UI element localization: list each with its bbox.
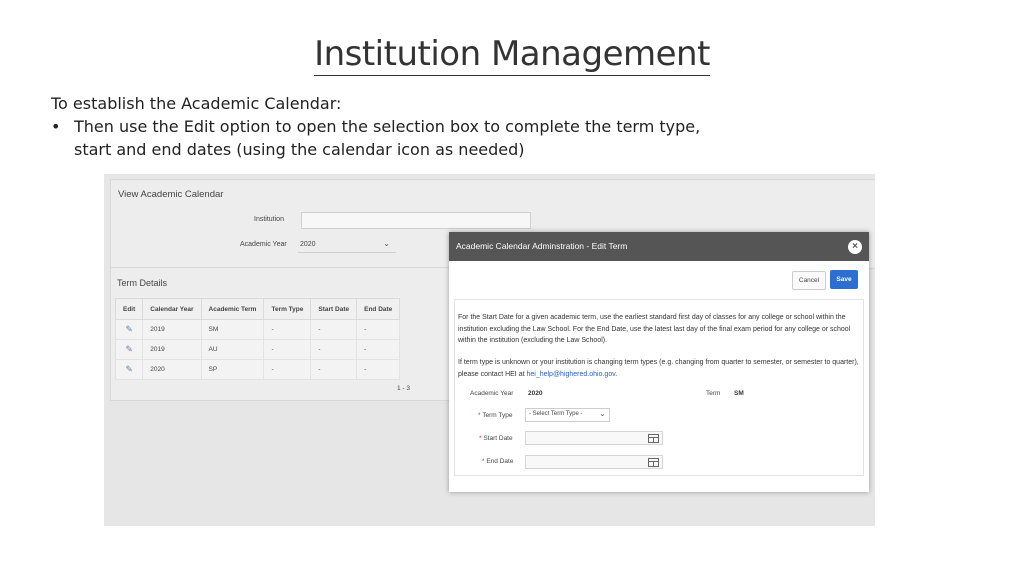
bullet-text: Then use the Edit option to open the sel… (74, 117, 701, 159)
info-paragraph-1: For the Start Date for a given academic … (458, 314, 851, 344)
pencil-edit-icon[interactable]: ✎ (114, 359, 144, 380)
start-date-cell: - (310, 339, 358, 360)
table-header-row: Edit Calendar Year Academic Term Term Ty… (114, 298, 401, 320)
chevron-down-icon: ⌄ (383, 239, 390, 248)
column-header: Academic Term (200, 298, 265, 320)
dialog-body: For the Start Date for a given academic … (454, 299, 864, 476)
calendar-year-cell: 2019 (142, 339, 202, 360)
calendar-icon[interactable] (648, 458, 659, 467)
info-paragraph-2-end: . (615, 370, 618, 378)
dialog-academic-year-value: 2020 (528, 390, 543, 397)
institution-input[interactable] (301, 212, 531, 229)
dialog-header: Academic Calendar Adminstration - Edit T… (449, 232, 869, 261)
column-header: Edit (114, 298, 144, 320)
academic-term-cell: SP (200, 359, 265, 380)
term-type-label: * Term Type (478, 412, 512, 419)
term-type-select[interactable]: - Select Term Type - ⌄ (525, 408, 610, 422)
close-icon[interactable]: × (848, 240, 862, 254)
chevron-down-icon: ⌄ (599, 409, 606, 418)
bullet-dot: • (51, 117, 61, 136)
term-type-cell: - (263, 359, 312, 380)
table-row: ✎ 2019 SM - - - (114, 319, 401, 340)
required-marker: * (478, 412, 481, 419)
term-details-table: Edit Calendar Year Academic Term Term Ty… (114, 298, 401, 380)
column-header: Term Type (263, 298, 312, 320)
table-row: ✎ 2019 AU - - - (114, 339, 401, 360)
calendar-year-cell: 2019 (142, 319, 202, 340)
app-screenshot: View Academic Calendar Institution Acade… (104, 174, 875, 526)
save-button[interactable]: Save (830, 270, 858, 289)
column-header: Start Date (310, 298, 358, 320)
table-row: ✎ 2020 SP - - - (114, 359, 401, 380)
start-date-input[interactable] (525, 431, 663, 445)
term-type-placeholder: - Select Term Type - (529, 411, 583, 417)
column-header: Calendar Year (142, 298, 202, 320)
info-paragraph-2-text: If term type is unknown or your institut… (458, 359, 859, 378)
panel-title: View Academic Calendar (118, 189, 224, 200)
academic-term-cell: SM (200, 319, 265, 340)
pagination-text: 1 - 3 (397, 385, 411, 392)
dialog-term-value: SM (734, 390, 744, 397)
pencil-edit-icon[interactable]: ✎ (114, 339, 144, 360)
calendar-year-cell: 2020 (142, 359, 202, 380)
institution-label: Institution (254, 216, 284, 223)
academic-year-value: 2020 (300, 241, 316, 248)
academic-term-cell: AU (200, 339, 265, 360)
info-paragraph-2: If term type is unknown or your institut… (458, 357, 860, 380)
term-type-cell: - (263, 319, 312, 340)
edit-term-dialog: Academic Calendar Adminstration - Edit T… (449, 232, 869, 492)
start-date-cell: - (310, 359, 358, 380)
dialog-title: Academic Calendar Adminstration - Edit T… (456, 241, 628, 251)
end-date-cell: - (356, 319, 401, 340)
term-type-cell: - (263, 339, 312, 360)
academic-year-select[interactable]: 2020 ⌄ (298, 238, 396, 253)
slide-title-text: Institution Management (314, 34, 710, 76)
start-date-label: * Start Date (479, 435, 513, 442)
end-date-cell: - (356, 339, 401, 360)
end-date-label-text: End Date (486, 458, 514, 465)
intro-text: To establish the Academic Calendar: (51, 94, 342, 113)
start-date-cell: - (310, 319, 358, 340)
end-date-cell: - (356, 359, 401, 380)
cancel-button[interactable]: Cancel (792, 271, 826, 290)
term-details-title: Term Details (117, 278, 168, 288)
end-date-label: * End Date (482, 458, 513, 465)
slide-title: Institution Management (0, 34, 1024, 76)
academic-year-label: Academic Year (240, 241, 287, 248)
required-marker: * (482, 458, 485, 465)
pencil-edit-icon[interactable]: ✎ (114, 319, 144, 340)
calendar-icon[interactable] (648, 434, 659, 443)
start-date-label-text: Start Date (483, 435, 513, 442)
required-marker: * (479, 435, 482, 442)
dialog-term-label: Term (706, 390, 721, 397)
column-header: End Date (356, 298, 401, 320)
end-date-input[interactable] (525, 455, 663, 469)
dialog-academic-year-label: Academic Year (470, 390, 514, 397)
term-details-panel: Term Details Edit Calendar Year Academic… (110, 267, 452, 401)
term-type-label-text: Term Type (482, 412, 513, 419)
help-email-link[interactable]: hei_help@highered.ohio.gov (526, 371, 615, 378)
